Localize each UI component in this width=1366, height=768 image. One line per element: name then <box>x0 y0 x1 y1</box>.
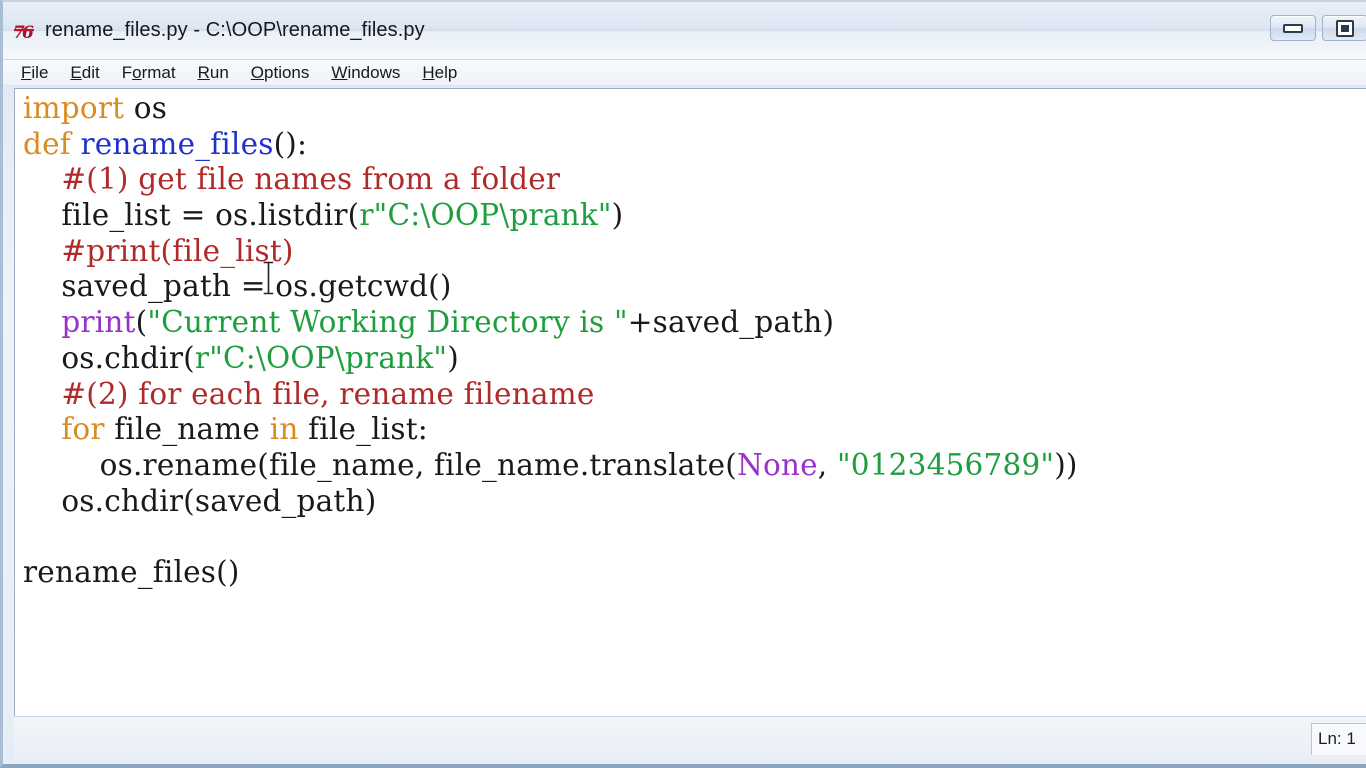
code-line: #print(file_list) <box>61 233 294 268</box>
maximize-icon <box>1336 19 1354 37</box>
idle-editor-window: 7 6 rename_files.py - C:\OOP\rename_file… <box>0 0 1366 768</box>
code-text[interactable]: import os def rename_files(): #(1) get fi… <box>23 91 1078 591</box>
menu-item-edit[interactable]: Edit <box>70 63 99 83</box>
menu-item-windows[interactable]: Windows <box>331 63 400 83</box>
menu-item-options[interactable]: Options <box>251 63 310 83</box>
menu-accelerator: W <box>331 62 348 82</box>
maximize-button[interactable] <box>1322 15 1366 41</box>
minimize-button[interactable] <box>1270 15 1316 41</box>
code-line: print("Current Working Directory is "+sa… <box>61 305 835 340</box>
code-line: os.chdir(saved_path) <box>61 483 377 518</box>
code-line: def rename_files(): <box>23 126 308 161</box>
window-controls <box>1270 15 1366 41</box>
python-idle-icon: 7 6 <box>13 20 39 44</box>
menu-item-format[interactable]: Format <box>122 63 176 83</box>
code-line: file_list = os.listdir(r"C:\OOP\prank") <box>61 198 624 233</box>
code-line: rename_files() <box>23 554 240 589</box>
code-line: #(1) get file names from a folder <box>61 162 561 197</box>
menu-item-file[interactable]: File <box>21 63 48 83</box>
window-title: rename_files.py - C:\OOP\rename_files.py <box>45 19 425 41</box>
code-line: import os <box>23 91 168 125</box>
code-editor-area[interactable]: import os def rename_files(): #(1) get fi… <box>14 88 1366 716</box>
code-line: saved_path = os.getcwd() <box>61 269 452 304</box>
title-bar: 7 6 rename_files.py - C:\OOP\rename_file… <box>3 2 1366 60</box>
menu-accelerator: R <box>197 62 210 82</box>
status-bar: Ln: 1 <box>14 716 1366 760</box>
menu-accelerator: o <box>132 62 142 82</box>
menu-item-help[interactable]: Help <box>422 63 457 83</box>
code-line: os.chdir(r"C:\OOP\prank") <box>61 340 459 375</box>
menu-bar: File Edit Format Run Options Windows Hel… <box>3 60 1366 86</box>
menu-accelerator: E <box>70 62 82 82</box>
code-line: os.rename(file_name, file_name.translate… <box>99 447 1078 482</box>
svg-text:6: 6 <box>22 23 34 43</box>
menu-item-run[interactable]: Run <box>198 63 229 83</box>
menu-accelerator: H <box>422 62 435 82</box>
minimize-icon <box>1283 23 1303 33</box>
menu-accelerator: O <box>250 62 265 82</box>
menu-accelerator: F <box>21 62 32 82</box>
code-line: #(2) for each file, rename filename <box>61 376 595 411</box>
status-line-position: Ln: 1 <box>1311 722 1366 755</box>
code-line: for file_name in file_list: <box>61 412 428 447</box>
